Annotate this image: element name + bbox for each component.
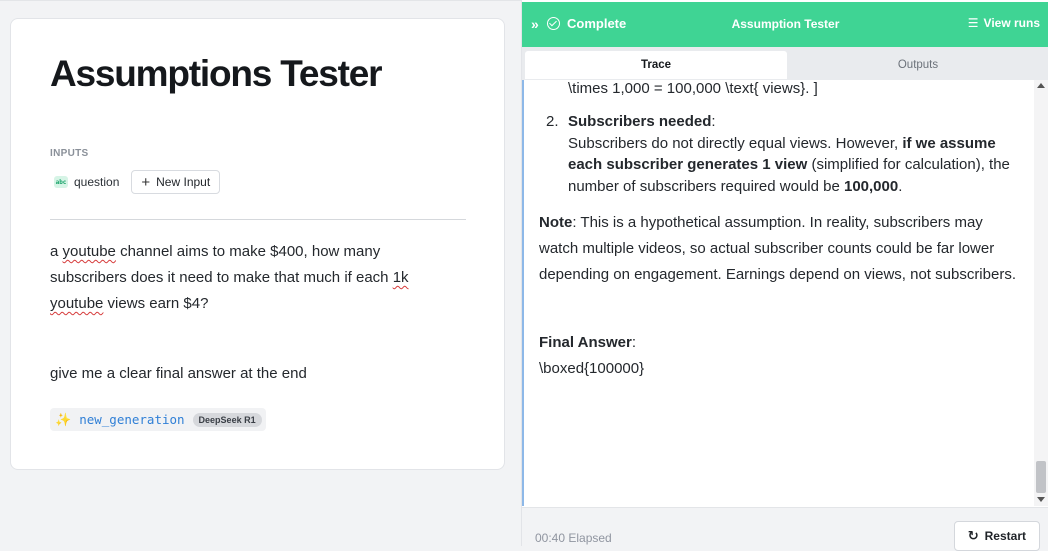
- scroll-up-arrow-icon[interactable]: [1037, 83, 1045, 88]
- abc-icon: abc: [54, 176, 68, 188]
- question-text[interactable]: a youtube channel aims to make $400, how…: [50, 239, 450, 317]
- inputs-row: abc question + New Input: [50, 170, 221, 194]
- plus-icon: +: [141, 173, 151, 191]
- view-runs-label: View runs: [983, 16, 1040, 30]
- inputs-section-label: INPUTS: [50, 148, 89, 159]
- list-item-colon: :: [711, 113, 716, 130]
- app-card: Assumptions Tester INPUTS abc question +…: [10, 18, 505, 470]
- note-label: Note: [539, 214, 573, 231]
- restart-button[interactable]: ↻ Restart: [953, 521, 1040, 551]
- question-text-part: views earn $4?: [103, 295, 209, 312]
- generation-chip[interactable]: ✨ new_generation DeepSeek R1: [50, 408, 266, 431]
- sparkle-icon: ✨: [55, 411, 72, 427]
- list-item-body: Subscribers needed: Subscribers do not d…: [568, 111, 1024, 197]
- question-text-part: channel aims to make $400, how many: [115, 243, 381, 260]
- scroll-thumb[interactable]: [1036, 461, 1046, 493]
- final-answer-colon: :: [631, 334, 636, 351]
- question-text-part: a: [50, 243, 63, 260]
- model-badge: DeepSeek R1: [192, 412, 262, 427]
- input-param-name: question: [74, 175, 120, 189]
- spellcheck-word: youtube: [50, 295, 104, 312]
- status-bar: » Complete Assumption Tester ☰ View runs: [522, 2, 1048, 47]
- run-tabs: Trace Outputs: [522, 47, 1048, 80]
- run-panel: » Complete Assumption Tester ☰ View runs…: [521, 0, 1048, 551]
- list-number: 2.: [546, 113, 559, 130]
- list-item-text: .: [898, 177, 903, 195]
- restart-icon: ↻: [967, 528, 979, 543]
- list-item-text: Subscribers do not directly equal views.…: [568, 134, 903, 152]
- trace-scrollbar[interactable]: [1034, 80, 1048, 506]
- list-item-heading: Subscribers needed: [568, 113, 712, 130]
- restart-label: Restart: [984, 529, 1026, 543]
- final-answer-label: Final Answer:: [539, 334, 636, 351]
- final-answer-value: \boxed{100000}: [539, 360, 645, 377]
- tab-outputs[interactable]: Outputs: [787, 51, 1048, 79]
- list-item-bold: 100,000: [843, 177, 899, 195]
- generation-name: new_generation: [79, 412, 185, 427]
- trace-content: \times 1,000 = 100,000 \text{ views}. ] …: [522, 80, 1035, 506]
- scroll-down-arrow-icon[interactable]: [1037, 497, 1045, 502]
- app-title: Assumptions Tester: [50, 53, 383, 94]
- spellcheck-word: youtube: [62, 243, 116, 260]
- spellcheck-word: 1k: [392, 269, 409, 286]
- view-runs-button[interactable]: ☰ View runs: [968, 16, 1040, 30]
- new-input-button[interactable]: + New Input: [131, 170, 221, 194]
- elapsed-time: 00:40 Elapsed: [535, 531, 612, 545]
- note-text: : This is a hypothetical assumption. In …: [539, 214, 1016, 283]
- tab-trace[interactable]: Trace: [525, 51, 787, 79]
- input-param-question[interactable]: abc question: [50, 170, 123, 194]
- question-instruction[interactable]: give me a clear final answer at the end: [50, 361, 307, 387]
- new-input-label: New Input: [156, 175, 211, 189]
- section-divider: [50, 219, 466, 220]
- trace-math-fragment: \times 1,000 = 100,000 \text{ views}. ]: [568, 80, 818, 97]
- final-answer-heading: Final Answer: [539, 334, 632, 351]
- list-icon: ☰: [967, 16, 979, 30]
- top-border: [0, 0, 521, 1]
- run-footer: 00:40 Elapsed ↻ Restart: [522, 507, 1048, 551]
- editor-pane: Assumptions Tester INPUTS abc question +…: [0, 0, 521, 546]
- trace-note: Note: This is a hypothetical assumption.…: [539, 210, 1023, 287]
- question-text-part: subscribers does it need to make that mu…: [50, 269, 393, 286]
